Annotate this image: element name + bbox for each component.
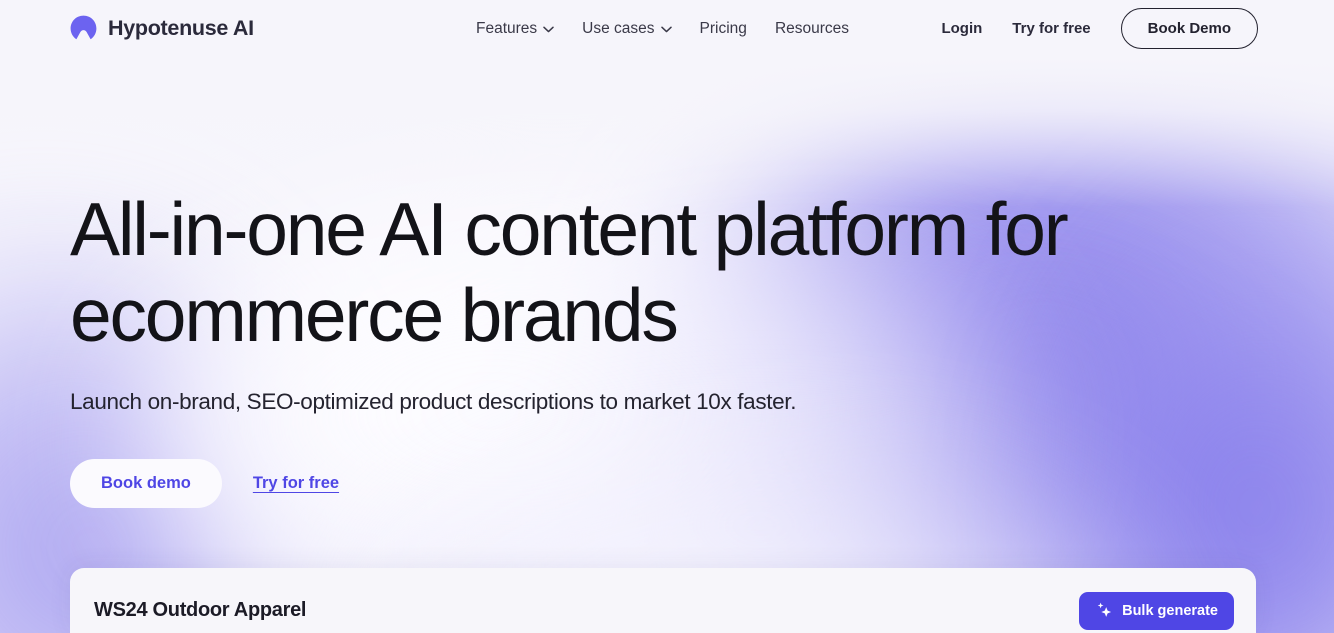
- hypotenuse-logo-icon: [70, 15, 97, 42]
- nav-item-use-cases[interactable]: Use cases: [582, 19, 672, 38]
- nav-item-label: Resources: [774, 19, 850, 37]
- app-preview-title: WS24 Outdoor Apparel: [94, 599, 307, 621]
- nav-item-resources[interactable]: Resources: [775, 20, 849, 38]
- book-demo-cta-button[interactable]: Book demo: [70, 459, 222, 508]
- hero-subtitle: Launch on-brand, SEO-optimized product d…: [70, 389, 797, 414]
- site-header: Hypotenuse AI Features Use cases Pricing…: [0, 0, 1334, 57]
- chevron-down-icon: [660, 24, 672, 33]
- nav-item-pricing[interactable]: Pricing: [700, 20, 747, 38]
- nav-item-features[interactable]: Features: [476, 20, 554, 38]
- login-link[interactable]: Login: [941, 20, 982, 37]
- brand-name: Hypotenuse AI: [108, 16, 254, 40]
- book-demo-button[interactable]: Book Demo: [1120, 8, 1258, 49]
- try-for-free-link[interactable]: Try for free: [1012, 20, 1090, 37]
- header-actions: Login Try for free Book Demo: [941, 8, 1258, 49]
- background-top-fade: [0, 57, 1334, 207]
- bulk-generate-button[interactable]: Bulk generate: [1079, 592, 1234, 630]
- main-navigation: Features Use cases Pricing Resources: [476, 20, 849, 38]
- nav-item-label: Features: [476, 19, 538, 37]
- bulk-generate-label: Bulk generate: [1122, 603, 1218, 619]
- nav-item-label: Use cases: [582, 19, 655, 37]
- app-preview-card: WS24 Outdoor Apparel Bulk generate: [70, 568, 1256, 633]
- page-title: All-in-one AI content platform for ecomm…: [70, 187, 1069, 357]
- hero-cta-group: Book demo Try for free: [70, 459, 1200, 508]
- try-for-free-cta-link[interactable]: Try for free: [253, 474, 339, 493]
- chevron-down-icon: [543, 24, 554, 33]
- brand-logo-link[interactable]: Hypotenuse AI: [70, 15, 254, 42]
- nav-item-label: Pricing: [699, 19, 747, 37]
- hero-section: All-in-one AI content platform for ecomm…: [70, 186, 1200, 508]
- sparkle-icon: [1095, 601, 1113, 622]
